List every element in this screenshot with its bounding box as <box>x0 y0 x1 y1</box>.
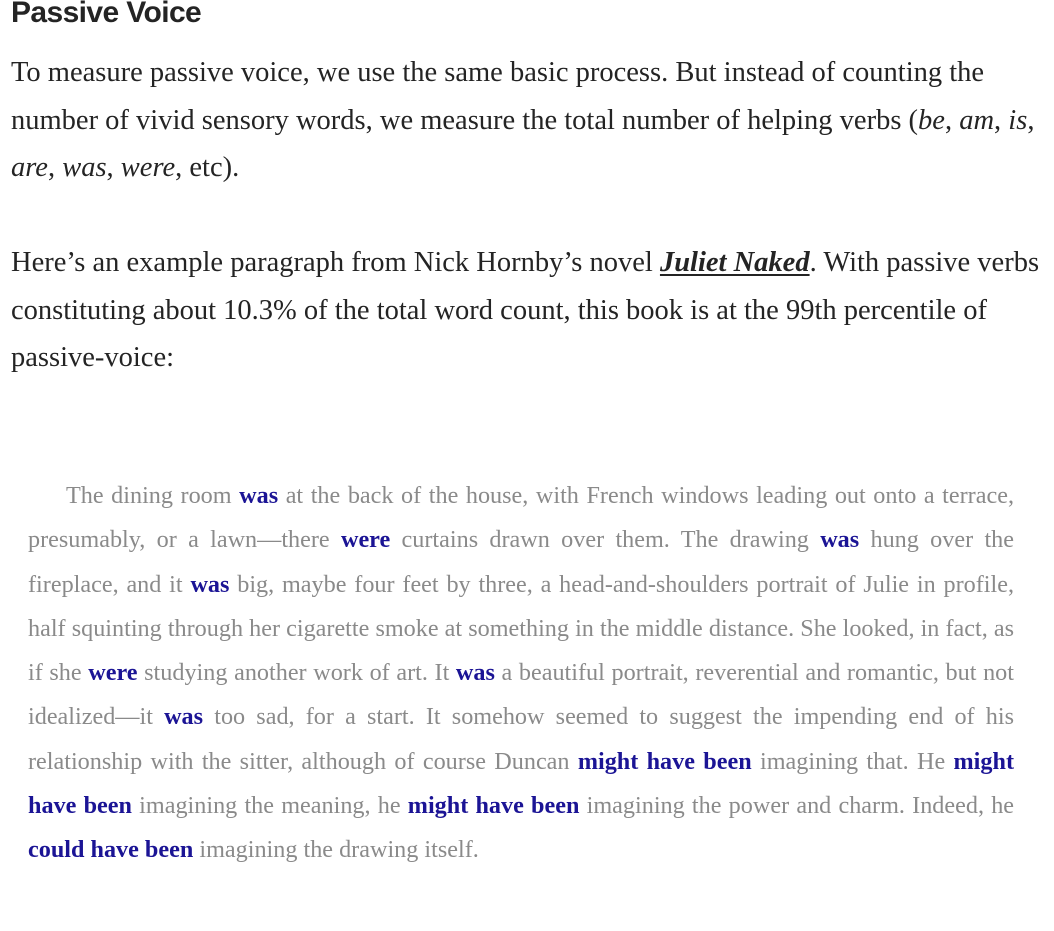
separator: , <box>944 104 960 136</box>
book-excerpt-image-text: The dining room was at the back of the h… <box>28 474 1014 873</box>
highlighted-passive-verb: were <box>340 526 391 554</box>
highlighted-passive-verb: might have been <box>577 747 752 775</box>
helping-verb-example: were <box>120 152 176 183</box>
helping-verb-example: be <box>918 104 945 136</box>
book-title-link[interactable]: Juliet Naked <box>660 247 810 278</box>
highlighted-passive-verb: was <box>239 482 279 509</box>
helping-verb-example: is <box>1008 104 1028 136</box>
highlighted-passive-verb: could have been <box>28 836 194 864</box>
helping-verb-example: are <box>11 152 48 183</box>
excerpt-text: imagining the meaning, he <box>131 792 408 820</box>
excerpt-text: curtains drawn over them. The drawing <box>390 526 821 554</box>
highlighted-passive-verb: was <box>455 659 495 687</box>
section-heading: Passive Voice <box>11 0 202 29</box>
helping-verb-example: am <box>959 104 995 136</box>
separator: , <box>1027 104 1035 136</box>
separator: , <box>106 152 121 183</box>
helping-verb-example: was <box>62 152 107 183</box>
intro-text: To measure passive voice, we use the sam… <box>11 57 985 136</box>
excerpt-text: imagining the drawing itself. <box>193 836 479 864</box>
separator: , <box>47 152 63 183</box>
excerpt-text: imagining the power and charm. Indeed, h… <box>579 792 1015 820</box>
separator: , <box>994 104 1009 136</box>
excerpt-text: The dining room <box>66 482 240 509</box>
excerpt-text: imagining that. He <box>751 747 954 775</box>
highlighted-passive-verb: were <box>88 659 138 687</box>
highlighted-passive-verb: was <box>190 570 230 598</box>
example-lead-text: Here’s an example paragraph from Nick Ho… <box>11 247 660 278</box>
highlighted-passive-verb: was <box>820 526 860 554</box>
highlighted-passive-verb: was <box>164 703 204 731</box>
intro-paragraph: To measure passive voice, we use the sam… <box>11 49 1041 192</box>
highlighted-passive-verb: might have been <box>407 792 580 820</box>
intro-outro: , etc). <box>175 152 240 183</box>
example-paragraph: Here’s an example paragraph from Nick Ho… <box>11 239 1041 382</box>
excerpt-text: studying another work of art. It <box>137 659 456 687</box>
